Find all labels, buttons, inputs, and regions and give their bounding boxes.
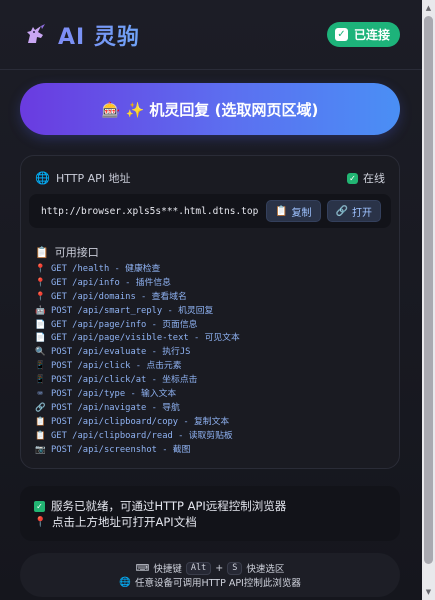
list-item: 📷 POST /api/screenshot - 截图: [35, 444, 240, 458]
globe-icon: 🌐: [35, 171, 50, 185]
status-line-hint: 📍 点击上方地址可打开API文档: [34, 514, 400, 530]
connection-status-label: 已连接: [353, 28, 390, 42]
endpoint-text: POST /api/navigate - 导航: [51, 402, 180, 413]
list-item: 🤖 POST /api/smart_reply - 机灵回复: [35, 305, 240, 319]
page-icon: 📄: [35, 333, 46, 344]
header: AI 灵驹 ✓ 已连接: [0, 0, 422, 70]
check-icon: ✓: [347, 172, 358, 184]
phone-icon: 📱: [35, 375, 46, 386]
open-button-label: 打开: [352, 207, 372, 219]
list-item: 📍 GET /api/domains - 查看域名: [35, 291, 240, 305]
list-item: 📱 POST /api/click - 点击元素: [35, 360, 240, 374]
brand: AI 灵驹: [24, 19, 140, 51]
endpoint-text: POST /api/evaluate - 执行JS: [51, 347, 191, 358]
pin-icon: 📍: [35, 277, 46, 288]
status-hint-text: 点击上方地址可打开API文档: [52, 515, 197, 529]
api-label-text: HTTP API 地址: [55, 172, 131, 185]
smart-reply-label: 🎰 ✨ 机灵回复 (选取网页区域): [101, 100, 319, 119]
footer: ⌨ 快捷键 Alt + S 快速选区 🌐 任意设备可调用HTTP API控制此浏…: [20, 553, 400, 597]
endpoint-text: POST /api/clipboard/copy - 复制文本: [51, 416, 230, 427]
clipboard-icon: 📋: [35, 245, 49, 259]
list-item: 📱 POST /api/click/at - 坐标点击: [35, 374, 240, 388]
endpoint-text: GET /api/domains - 查看域名: [51, 291, 187, 302]
pin-icon: 📍: [34, 516, 47, 528]
scroll-up-arrow-icon[interactable]: ▲: [422, 2, 435, 14]
shortcut-action: 快速选区: [246, 564, 285, 575]
endpoint-text: GET /api/info - 插件信息: [51, 277, 171, 288]
scrollbar-thumb[interactable]: [424, 16, 433, 564]
list-item: 🔗 POST /api/navigate - 导航: [35, 402, 240, 416]
link-icon: 🔗: [335, 205, 348, 217]
endpoint-text: POST /api/click - 点击元素: [51, 361, 182, 372]
list-item: 📍 GET /api/info - 插件信息: [35, 277, 240, 291]
plus-sign: +: [215, 562, 224, 574]
remote-hint-text: 任意设备可调用HTTP API控制此浏览器: [134, 578, 301, 589]
pin-icon: 📍: [35, 264, 46, 274]
extension-panel: AI 灵驹 ✓ 已连接 🎰 ✨ 机灵回复 (选取网页区域) 🌐 HTTP API…: [0, 0, 422, 600]
shortcut-label: 快捷键: [153, 564, 182, 575]
keyboard-icon: ⌨: [37, 389, 43, 400]
endpoints-title: 📋 可用接口: [35, 244, 99, 260]
list-item: 📋 POST /api/clipboard/copy - 复制文本: [35, 416, 240, 430]
status-ready-text: 服务已就绪，可通过HTTP API远程控制浏览器: [51, 499, 287, 513]
pin-icon: 📍: [35, 291, 46, 302]
list-item: 🔍 POST /api/evaluate - 执行JS: [35, 346, 240, 360]
open-button[interactable]: 🔗 打开: [326, 200, 381, 222]
app-title: AI 灵驹: [58, 19, 140, 51]
phone-icon: 📱: [35, 361, 46, 372]
key-alt: Alt: [185, 561, 212, 575]
list-item: 📄 GET /api/page/info - 页面信息: [35, 319, 240, 333]
api-header-row: 🌐 HTTP API 地址 ✓ 在线: [35, 170, 385, 186]
magnifier-icon: 🔍: [35, 347, 46, 358]
status-line-ready: ✓ 服务已就绪，可通过HTTP API远程控制浏览器: [34, 498, 400, 514]
endpoint-text: POST /api/screenshot - 截图: [51, 444, 191, 455]
list-item: 📄 GET /api/page/visible-text - 可见文本: [35, 332, 240, 346]
page-icon: 📄: [35, 319, 46, 330]
unicorn-icon: [27, 23, 45, 43]
online-status-label: 在线: [363, 172, 385, 185]
clipboard-icon: 📋: [35, 430, 46, 441]
list-item: 📍 GET /health - 健康检查: [35, 263, 240, 277]
clipboard-icon: 📋: [35, 416, 46, 427]
api-label: 🌐 HTTP API 地址: [35, 170, 131, 186]
status-card: ✓ 服务已就绪，可通过HTTP API远程控制浏览器 📍 点击上方地址可打开AP…: [20, 486, 400, 541]
endpoint-text: GET /api/page/info - 页面信息: [51, 319, 198, 330]
copy-button-label: 复制: [291, 207, 312, 219]
check-icon: ✓: [34, 500, 45, 512]
globe-icon: 🌐: [119, 576, 131, 588]
endpoint-text: POST /api/click/at - 坐标点击: [51, 375, 198, 386]
robot-icon: 🤖: [35, 305, 46, 316]
list-item: 📋 GET /api/clipboard/read - 读取剪贴板: [35, 430, 240, 444]
scroll-down-arrow-icon[interactable]: ▼: [422, 586, 435, 598]
check-icon: ✓: [334, 28, 348, 41]
shortcut-hint: ⌨ 快捷键 Alt + S 快速选区: [20, 561, 400, 575]
api-url-link[interactable]: http://browser.xpls5s***.html.dtns.top: [41, 206, 260, 217]
online-status: ✓ 在线: [347, 170, 385, 186]
link-icon: 🔗: [35, 402, 46, 413]
copy-button[interactable]: 📋 复制: [266, 200, 321, 222]
api-card: 🌐 HTTP API 地址 ✓ 在线 http://browser.xpls5s…: [20, 155, 400, 469]
endpoints-title-text: 可用接口: [54, 246, 99, 259]
connection-status-badge: ✓ 已连接: [326, 22, 400, 47]
endpoint-text: POST /api/smart_reply - 机灵回复: [51, 305, 214, 316]
endpoint-text: GET /api/page/visible-text - 可见文本: [51, 333, 240, 344]
api-url-box: http://browser.xpls5s***.html.dtns.top 📋…: [29, 194, 391, 228]
keyboard-icon: ⌨: [135, 562, 150, 574]
key-s: S: [227, 561, 243, 575]
camera-icon: 📷: [35, 444, 46, 455]
remote-hint: 🌐 任意设备可调用HTTP API控制此浏览器: [20, 575, 400, 590]
smart-reply-button[interactable]: 🎰 ✨ 机灵回复 (选取网页区域): [20, 83, 400, 135]
vertical-scrollbar[interactable]: ▲ ▼: [422, 0, 435, 600]
endpoint-text: GET /api/clipboard/read - 读取剪贴板: [51, 430, 233, 441]
endpoint-list: 📍 GET /health - 健康检查 📍 GET /api/info - 插件信…: [35, 263, 240, 457]
endpoint-text: POST /api/type - 输入文本: [51, 389, 177, 400]
list-item: ⌨ POST /api/type - 输入文本: [35, 388, 240, 402]
clipboard-icon: 📋: [275, 205, 288, 217]
endpoint-text: GET /health - 健康检查: [51, 264, 161, 274]
